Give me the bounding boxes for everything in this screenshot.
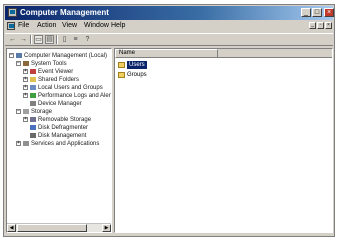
- column-header-name[interactable]: Name: [115, 49, 218, 58]
- status-bar: [5, 229, 333, 235]
- computer-management-window: Computer Management _ □ × File Action Vi…: [3, 4, 335, 237]
- folder-icon: [118, 62, 125, 68]
- tree-item-label: Performance Logs and Alerts: [38, 93, 112, 99]
- disk-management-icon: [30, 133, 36, 138]
- details-list[interactable]: Name Users Groups: [114, 48, 333, 233]
- list-item-label: Users: [127, 61, 147, 69]
- help-icon[interactable]: ?: [83, 35, 92, 44]
- tree-item-label: Removable Storage: [38, 117, 92, 123]
- tree-item[interactable]: + Removable Storage: [7, 116, 111, 124]
- tree-item[interactable]: Device Manager: [7, 100, 111, 108]
- tree-item-label: Local Users and Groups: [38, 85, 103, 91]
- toolbar-separator: [56, 35, 58, 44]
- maximize-button[interactable]: □: [312, 8, 322, 17]
- tree-item-label: Storage: [31, 109, 53, 115]
- forward-icon[interactable]: →: [19, 35, 28, 44]
- computer-icon: [16, 53, 22, 58]
- menu-bar: File Action View Window Help _ ▫ ×: [5, 21, 333, 32]
- tree-item[interactable]: + Local Users and Groups: [7, 84, 111, 92]
- expand-icon[interactable]: +: [23, 69, 28, 74]
- expand-icon[interactable]: +: [23, 85, 28, 90]
- collapse-icon[interactable]: −: [16, 61, 21, 66]
- removable-storage-icon: [30, 117, 36, 122]
- mdi-restore-button[interactable]: ▫: [317, 22, 324, 29]
- storage-icon: [23, 109, 29, 114]
- tools-icon: [23, 61, 29, 66]
- mdi-minimize-button[interactable]: _: [309, 22, 316, 29]
- title-bar[interactable]: Computer Management _ □ ×: [5, 6, 334, 20]
- performance-icon: [30, 93, 36, 98]
- mdi-close-button[interactable]: ×: [325, 22, 332, 29]
- properties-icon[interactable]: ▯: [60, 35, 69, 44]
- expand-icon[interactable]: +: [23, 77, 28, 82]
- tree-item-label: Event Viewer: [38, 69, 74, 75]
- tree-item[interactable]: + Performance Logs and Alerts: [7, 92, 111, 100]
- toolbar-separator: [30, 35, 32, 44]
- menu-action[interactable]: Action: [37, 22, 56, 29]
- expand-icon[interactable]: +: [23, 117, 28, 122]
- services-icon: [23, 141, 29, 146]
- tree-item-label: System Tools: [31, 61, 67, 67]
- window-title: Computer Management: [20, 8, 109, 17]
- tree-item[interactable]: + Services and Applications: [7, 140, 111, 148]
- menu-help[interactable]: Help: [111, 22, 125, 29]
- tree-item-label: Computer Management (Local): [24, 53, 108, 59]
- menu-view[interactable]: View: [62, 22, 77, 29]
- event-viewer-icon: [30, 69, 36, 74]
- export-list-icon[interactable]: ≡: [71, 35, 80, 44]
- expand-icon[interactable]: +: [16, 141, 21, 146]
- tree-item-label: Services and Applications: [31, 141, 100, 147]
- folder-icon: [118, 72, 125, 78]
- show-hide-tree-icon[interactable]: ▤: [45, 35, 54, 44]
- shared-folder-icon: [30, 77, 36, 82]
- tree-item[interactable]: + Shared Folders: [7, 76, 111, 84]
- expand-icon[interactable]: +: [23, 93, 28, 98]
- close-button[interactable]: ×: [324, 8, 334, 17]
- column-header-empty: [218, 49, 332, 58]
- tree-item[interactable]: + Event Viewer: [7, 68, 111, 76]
- collapse-icon[interactable]: −: [16, 109, 21, 114]
- tree-item-label: Disk Defragmenter: [38, 125, 89, 131]
- users-icon: [30, 85, 36, 90]
- defrag-icon: [30, 125, 36, 130]
- tree-item-label: Shared Folders: [38, 77, 80, 83]
- tree-item[interactable]: − Storage: [7, 108, 111, 116]
- mdi-system-icon[interactable]: [7, 22, 15, 30]
- back-icon[interactable]: ←: [8, 35, 17, 44]
- computer-management-icon: [8, 8, 17, 17]
- tree-item-label: Device Manager: [38, 101, 82, 107]
- tree-item[interactable]: − Computer Management (Local): [7, 52, 111, 60]
- list-item-label: Groups: [127, 72, 147, 78]
- console-tree[interactable]: − Computer Management (Local) − System Tool…: [6, 48, 112, 233]
- tree-item-label: Disk Management: [38, 133, 87, 139]
- tree-item[interactable]: Disk Management: [7, 132, 111, 140]
- tree-item[interactable]: Disk Defragmenter: [7, 124, 111, 132]
- collapse-icon[interactable]: −: [9, 53, 14, 58]
- menu-window[interactable]: Window: [84, 22, 109, 29]
- device-manager-icon: [30, 101, 36, 106]
- toolbar: ← → ▭ ▤ ▯ ≡ ?: [5, 33, 333, 46]
- tree-item[interactable]: − System Tools: [7, 60, 111, 68]
- up-icon[interactable]: ▭: [34, 35, 43, 44]
- menu-file[interactable]: File: [18, 22, 29, 29]
- minimize-button[interactable]: _: [301, 8, 311, 17]
